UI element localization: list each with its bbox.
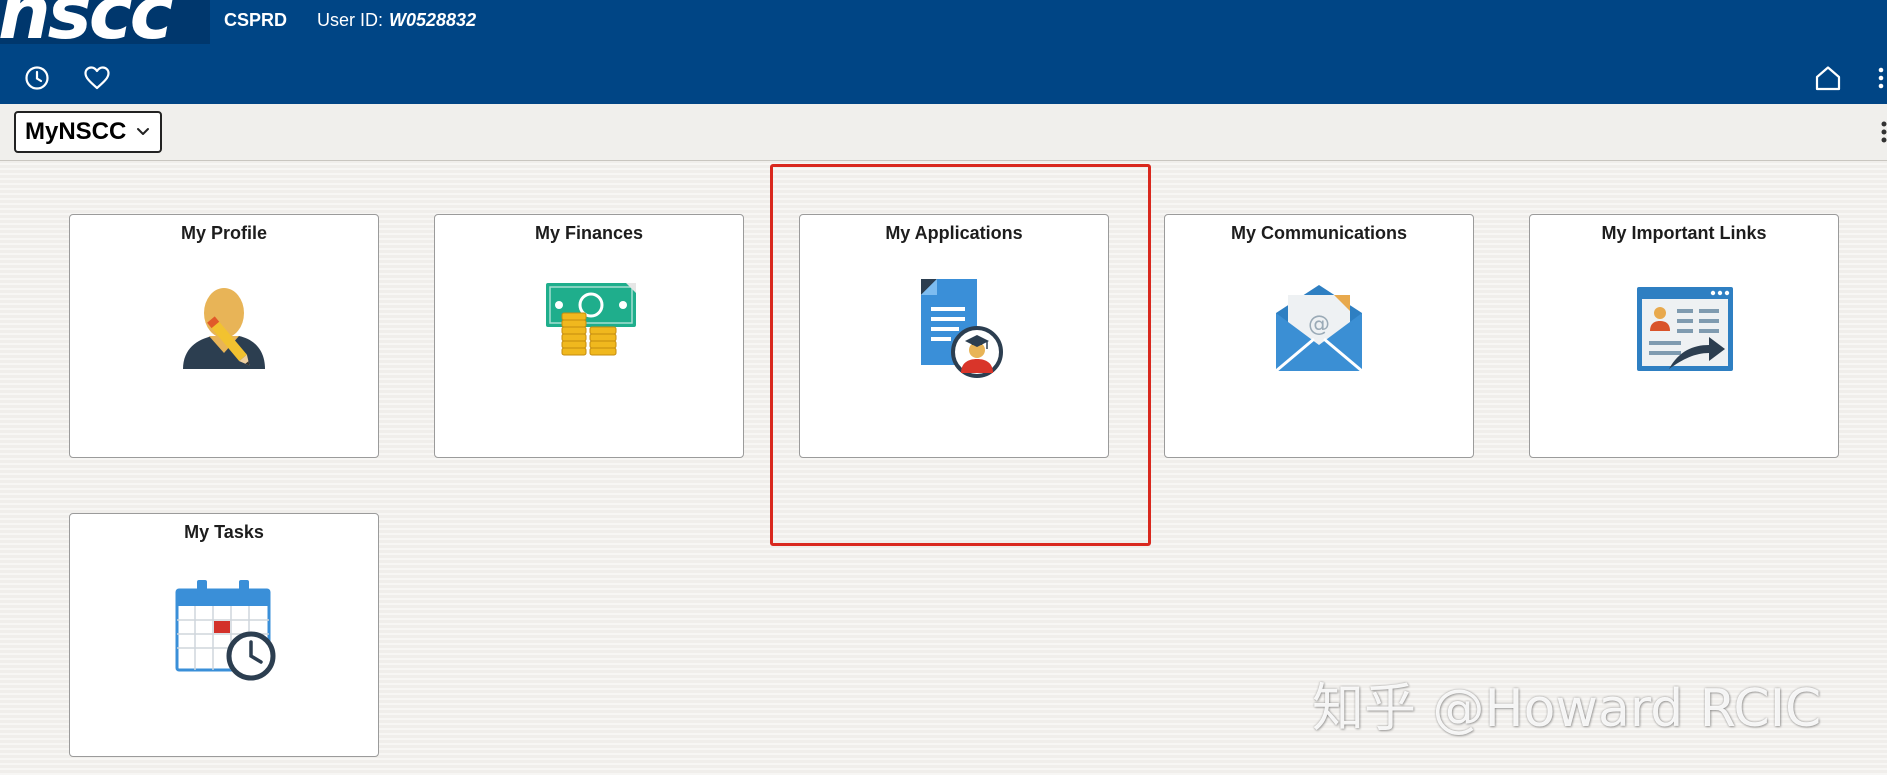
homepage-bar: MyNSCC bbox=[0, 104, 1887, 161]
tile-title: My Tasks bbox=[184, 522, 264, 542]
favorites-icon[interactable] bbox=[80, 61, 114, 95]
recent-icon[interactable] bbox=[20, 61, 54, 95]
tile-title: My Important Links bbox=[1601, 223, 1767, 243]
chevron-down-icon bbox=[136, 127, 150, 137]
page-actions-icon[interactable] bbox=[1880, 120, 1887, 144]
links-browser-icon bbox=[1629, 273, 1739, 388]
homepage-selector[interactable]: MyNSCC bbox=[14, 111, 163, 153]
application-document-icon bbox=[899, 273, 1009, 388]
nscc-logo: nscc bbox=[0, 0, 210, 44]
user-id-value: W0528832 bbox=[389, 10, 477, 30]
calendar-clock-icon bbox=[169, 572, 279, 687]
profile-edit-icon bbox=[169, 273, 279, 388]
tile-my-applications[interactable]: My Applications bbox=[799, 214, 1109, 458]
user-id-label: User ID: bbox=[317, 10, 384, 30]
tile-title: My Finances bbox=[534, 223, 644, 243]
tile-my-finances[interactable]: My Finances bbox=[434, 214, 744, 458]
email-envelope-icon: @ bbox=[1264, 273, 1374, 388]
svg-text:@: @ bbox=[1308, 312, 1330, 337]
tile-title: My Profile bbox=[180, 223, 268, 243]
watermark: 知乎 @Howard RCIC bbox=[1312, 679, 1822, 739]
tile-my-tasks[interactable]: My Tasks bbox=[69, 513, 379, 757]
homepage-selected-label: MyNSCC bbox=[25, 118, 127, 145]
money-coins-icon bbox=[534, 273, 644, 388]
home-icon[interactable] bbox=[1811, 61, 1845, 95]
database-name: CSPRD bbox=[224, 10, 288, 30]
tile-my-communications[interactable]: My Communications @ bbox=[1164, 214, 1474, 458]
top-banner: nscc CSPRD User ID: W0528832 bbox=[0, 0, 1887, 104]
user-id-display: User ID: W0528832 bbox=[317, 10, 476, 31]
tile-title: My Applications bbox=[885, 223, 1023, 243]
more-icon[interactable] bbox=[1873, 61, 1887, 95]
tile-title: My Communications bbox=[1230, 223, 1408, 243]
tile-my-important-links[interactable]: My Important Links bbox=[1529, 214, 1839, 458]
tile-my-profile[interactable]: My Profile bbox=[69, 214, 379, 458]
logo-text: nscc bbox=[0, 0, 173, 44]
